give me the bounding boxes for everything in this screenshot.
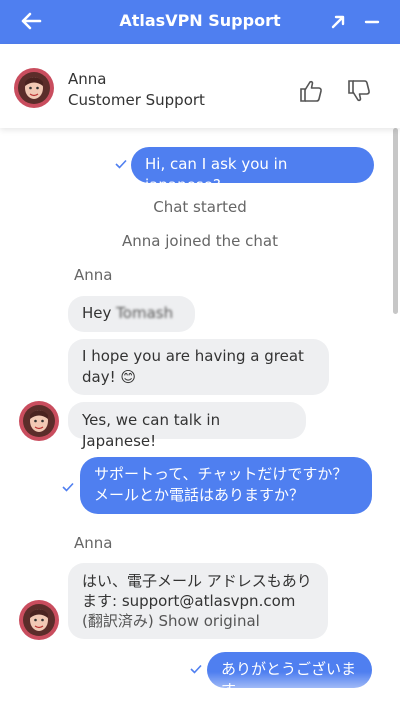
- delivered-check-icon: [115, 159, 127, 169]
- scrollbar[interactable]: [393, 128, 398, 314]
- thumbs-up-icon[interactable]: [298, 78, 324, 104]
- avatar: [14, 68, 54, 108]
- message-text: はい、電子メール アドレスもあります: support@atlasvpn.com: [82, 572, 312, 610]
- sender-name: Anna: [74, 266, 113, 284]
- message-bubble-incoming: Yes, we can talk in Japanese!: [68, 402, 306, 450]
- message-bubble-outgoing: Hi, can I ask you in japanese?: [131, 147, 374, 194]
- message-bubble-incoming: I hope you are having a great day! 😊: [68, 339, 329, 395]
- message-text: サポートって、チャットだけですか？メールとか電話はありますか？: [94, 465, 348, 504]
- delivered-check-icon: [190, 664, 202, 674]
- agent-role: Customer Support: [68, 91, 205, 109]
- translation-note: (翻訳済み): [82, 612, 154, 630]
- agent-header: Anna Customer Support: [0, 44, 400, 128]
- title-bar: AtlasVPN Support: [0, 0, 400, 44]
- show-original-link[interactable]: Show original: [159, 612, 260, 630]
- message-text: Hey: [82, 304, 112, 322]
- sender-name: Anna: [74, 534, 113, 552]
- avatar: [19, 401, 59, 441]
- redacted-name: Tomash: [116, 304, 174, 322]
- message-bubble-incoming: はい、電子メール アドレスもあります: support@atlasvpn.com…: [68, 563, 328, 639]
- message-bubble-outgoing: ありがとうございます。: [207, 652, 372, 699]
- message-bubble-incoming: Hey Tomash: [68, 296, 195, 332]
- smile-emoji-icon: 😊: [120, 368, 137, 386]
- message-bubble-outgoing: サポートって、チャットだけですか？メールとか電話はありますか？: [80, 457, 372, 514]
- minus-icon[interactable]: [362, 12, 382, 32]
- system-message: Anna joined the chat: [122, 232, 278, 250]
- delivered-check-icon: [62, 482, 74, 492]
- agent-name: Anna: [68, 70, 107, 88]
- thumbs-down-icon[interactable]: [346, 78, 372, 104]
- system-message: Chat started: [153, 198, 247, 216]
- arrow-up-right-icon[interactable]: [328, 12, 348, 32]
- avatar: [19, 600, 59, 640]
- message-text: I hope you are having a great day!: [82, 347, 304, 386]
